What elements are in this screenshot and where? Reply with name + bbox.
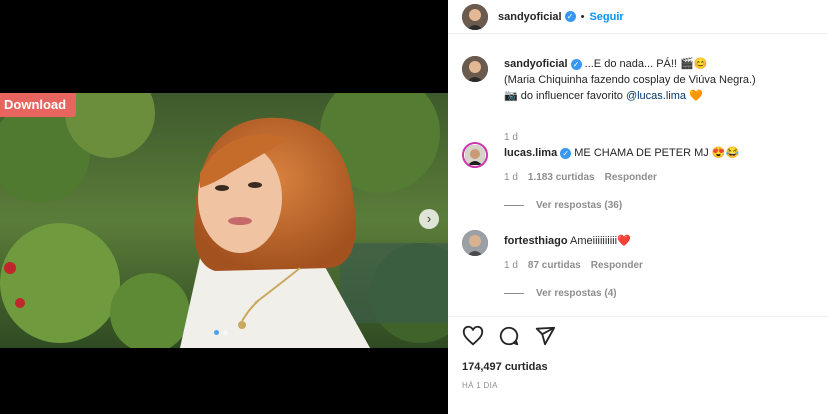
comment-body: Ameiiiiiiiiii❤️ [570,235,631,247]
reply-button[interactable]: Responder [591,260,643,271]
chevron-right-icon[interactable]: › [419,209,439,229]
action-icons [462,325,556,347]
mention-link[interactable]: @lucas.lima [626,90,686,102]
reply-button[interactable]: Responder [605,172,657,183]
comment-icon[interactable] [498,325,520,347]
caption-username[interactable]: sandyoficial [504,58,568,70]
comments-section: sandyoficial ✓ ...E do nada... PÁ!! 🎬😊 (M… [448,34,828,314]
post-time: HÁ 1 DIA [462,381,498,390]
likes-count[interactable]: 174,497 curtidas [462,361,548,373]
view-replies-button[interactable]: Ver respostas (4) [504,288,617,299]
divider [504,293,524,294]
comment-age: 1 d [504,260,518,271]
comment-username[interactable]: fortesthiago [504,235,568,247]
verified-icon: ✓ [570,58,582,70]
caption-line3-prefix: 📷 do influencer favorito [504,90,626,102]
avatar[interactable] [462,56,488,82]
verified-icon: ✓ [560,147,572,159]
comment-text: fortesthiago Ameiiiiiiiiii❤️ [504,233,818,249]
comment-body: ME CHAMA DE PETER MJ 😍😂 [574,147,740,159]
view-replies-button[interactable]: Ver respostas (36) [504,200,622,211]
caption-line2: (Maria Chiquinha fazendo cosplay de Viúv… [504,74,756,86]
avatar[interactable] [462,230,488,256]
comment-meta: 1 d 1.183 curtidas Responder [504,172,657,183]
avatar[interactable] [462,3,488,30]
carousel-dot [223,330,228,335]
photo-illustration [0,93,448,348]
caption-line3-suffix: 🧡 [686,90,703,102]
post-photo[interactable] [0,93,448,348]
avatar[interactable] [462,142,488,168]
post-media: Download › [0,0,448,414]
verified-icon: ✓ [564,11,576,22]
post-actions: 174,497 curtidas HÁ 1 DIA [448,316,828,414]
post-header: sandyoficial ✓ • Seguir [448,0,828,34]
comment-text: lucas.lima ✓ ME CHAMA DE PETER MJ 😍😂 [504,145,818,161]
comment-username[interactable]: lucas.lima [504,147,557,159]
carousel-dot-active [214,330,219,335]
heart-icon[interactable] [462,325,484,347]
comment-age: 1 d [504,172,518,183]
comment-meta: 1 d 87 curtidas Responder [504,260,643,271]
caption-text: sandyoficial ✓ ...E do nada... PÁ!! 🎬😊 (M… [504,56,818,104]
header-username[interactable]: sandyoficial [498,11,562,23]
caption-line1: ...E do nada... PÁ!! 🎬😊 [584,58,708,70]
post-details-panel: sandyoficial ✓ • Seguir sandyoficial ✓ ..… [448,0,828,414]
view-replies-label: Ver respostas (36) [536,200,623,211]
download-button[interactable]: Download [0,93,77,117]
comment-likes[interactable]: 1.183 curtidas [528,172,595,183]
comment-likes[interactable]: 87 curtidas [528,260,581,271]
divider [504,205,524,206]
carousel-indicator [214,330,228,335]
share-icon[interactable] [534,325,556,347]
caption-age: 1 d [504,132,518,143]
caption-meta: 1 d [504,132,518,143]
view-replies-label: Ver respostas (4) [536,288,617,299]
follow-button[interactable]: Seguir [589,11,623,23]
separator: • [580,10,585,23]
